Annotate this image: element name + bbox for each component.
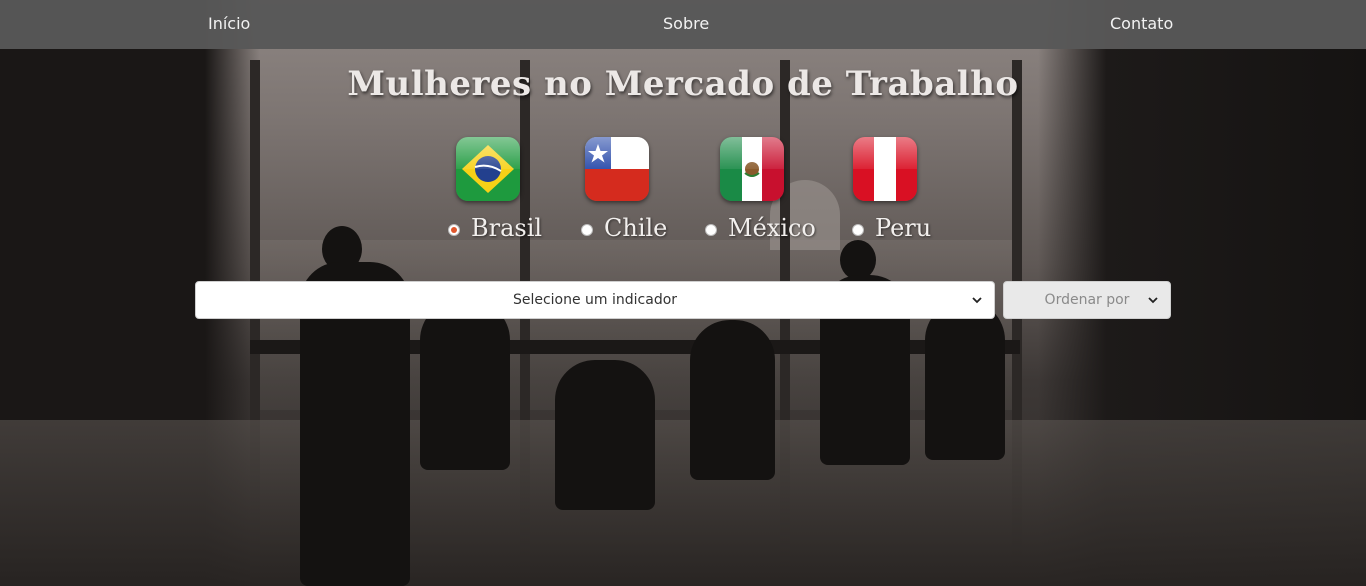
country-option-chile[interactable]: Chile [581,214,667,242]
country-option-brasil[interactable]: Brasil [448,214,542,242]
person-silhouette [690,320,775,480]
country-label: México [728,214,816,242]
radio-peru[interactable] [852,224,864,236]
brazil-flag-icon[interactable] [456,137,520,201]
nav-link-contact[interactable]: Contato [1110,14,1173,33]
top-navbar: Início Sobre Contato [0,0,1366,49]
indicator-select-label: Selecione um indicador [512,292,678,308]
person-silhouette [840,240,876,280]
person-silhouette [420,300,510,470]
person-silhouette [555,360,655,510]
country-option-peru[interactable]: Peru [852,214,931,242]
order-select[interactable]: Ordenar por [1003,281,1171,319]
person-silhouette [925,300,1005,460]
mexico-flag-icon[interactable] [720,137,784,201]
page-title: Mulheres no Mercado de Trabalho [347,64,1019,104]
floor [0,420,1366,586]
chevron-down-icon [972,297,982,304]
peru-flag-icon[interactable] [853,137,917,201]
chile-flag-icon[interactable] [585,137,649,201]
nav-link-about[interactable]: Sobre [663,14,709,33]
nav-link-home[interactable]: Início [208,14,250,33]
order-select-label: Ordenar por [1044,292,1130,308]
radio-mexico[interactable] [705,224,717,236]
chevron-down-icon [1148,297,1158,304]
country-label: Peru [875,214,932,242]
indicator-select[interactable]: Selecione um indicador [195,281,995,319]
radio-brasil[interactable] [448,224,460,236]
country-label: Brasil [471,214,543,242]
radio-chile[interactable] [581,224,593,236]
country-label: Chile [604,214,668,242]
country-option-mexico[interactable]: México [705,214,816,242]
